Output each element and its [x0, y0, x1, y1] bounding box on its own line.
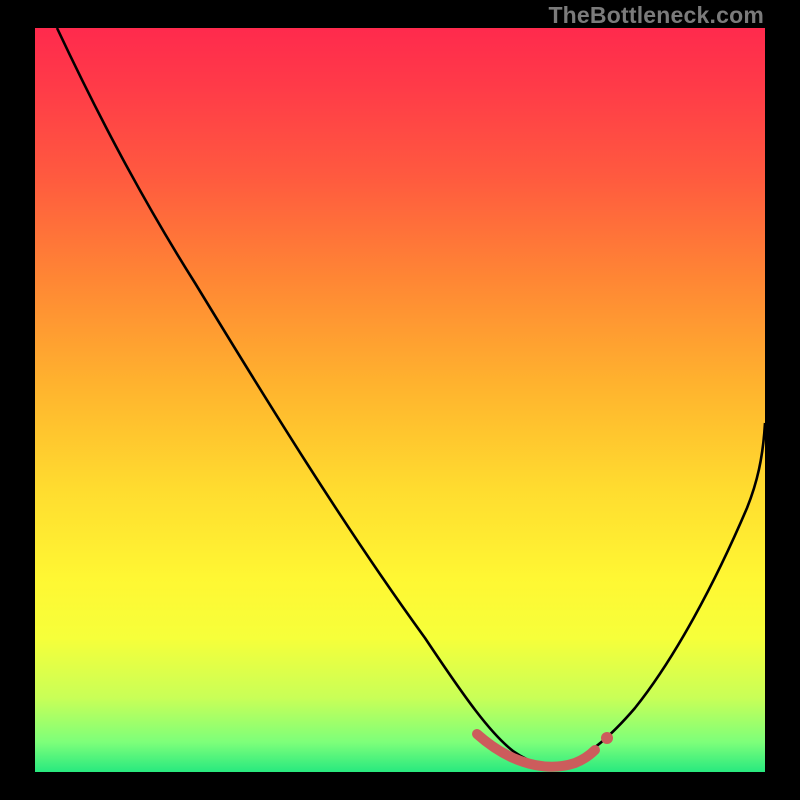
bottleneck-curve [57, 28, 765, 765]
watermark-text: TheBottleneck.com [548, 2, 764, 29]
highlight-end-dot [601, 732, 613, 744]
highlight-segment [477, 734, 595, 767]
curve-overlay [35, 28, 765, 772]
chart-frame: TheBottleneck.com [0, 0, 800, 800]
